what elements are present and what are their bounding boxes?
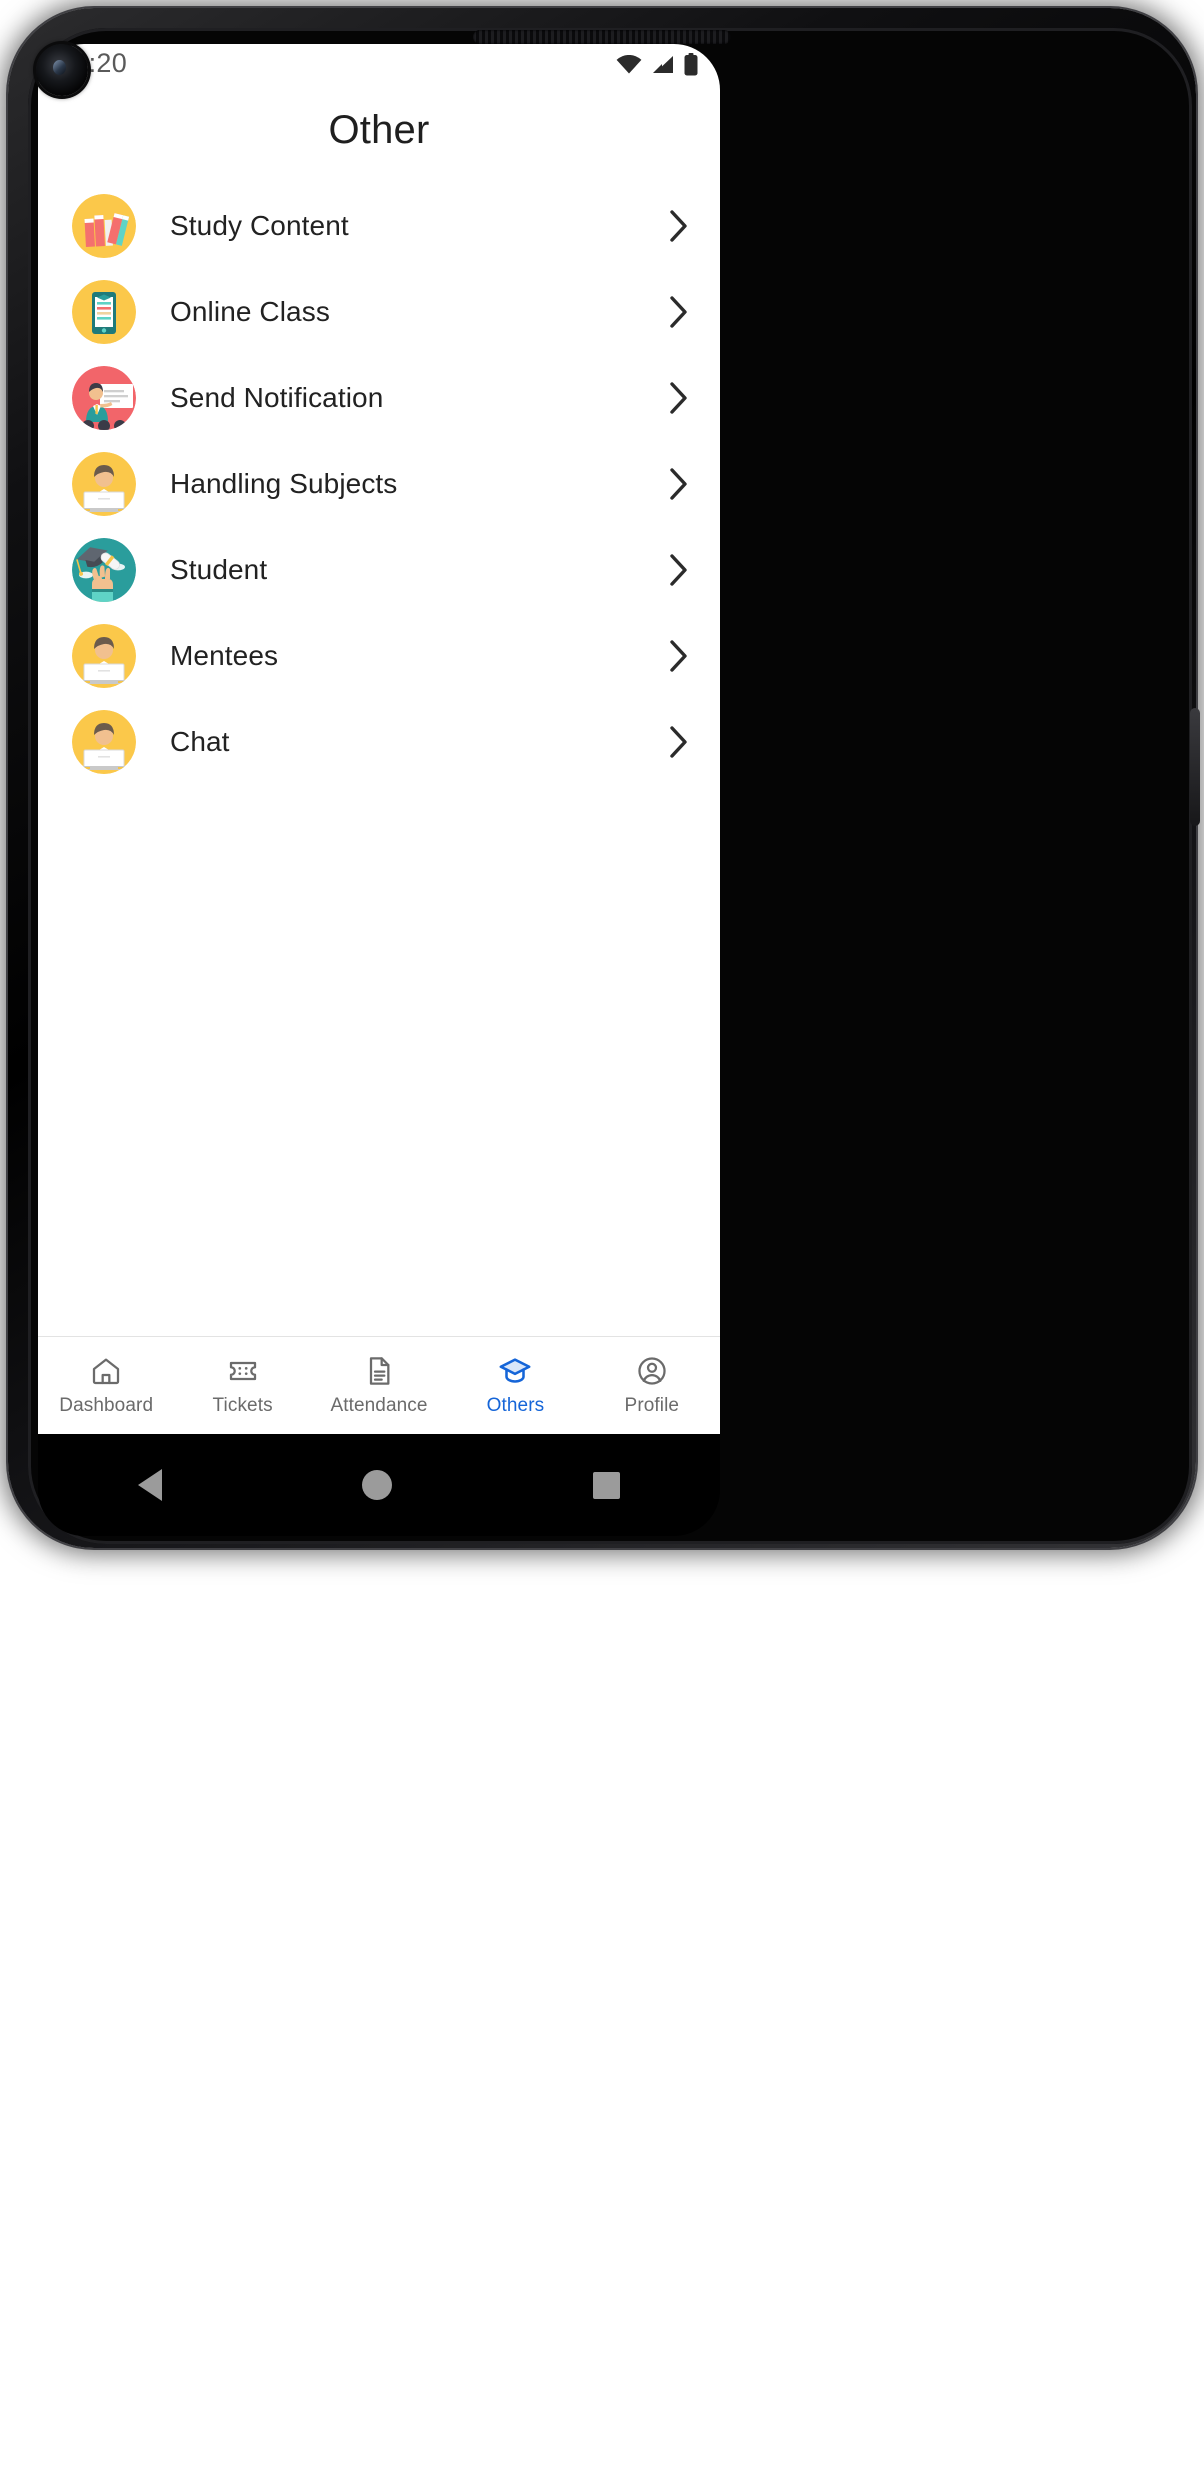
- chevron-right-icon[interactable]: [666, 636, 692, 676]
- document-icon: [363, 1354, 395, 1388]
- tab-label: Tickets: [212, 1395, 273, 1416]
- chevron-right-icon[interactable]: [666, 550, 692, 590]
- tab-label: Others: [486, 1395, 545, 1416]
- person-laptop-icon: [72, 624, 136, 688]
- graduation-icon: [72, 538, 136, 602]
- list-item[interactable]: Student: [38, 527, 720, 613]
- tab-profile[interactable]: Profile: [584, 1354, 720, 1417]
- list-item[interactable]: Mentees: [38, 613, 720, 699]
- person-laptop-icon: [72, 710, 136, 774]
- list-item-label: Chat: [170, 726, 230, 757]
- page-title: Other: [328, 108, 430, 152]
- back-triangle-icon[interactable]: [138, 1469, 163, 1501]
- bottom-tab-bar: Dashboard Tickets Attendance Others Prof…: [38, 1336, 720, 1434]
- phone-screen: 10:20 Other Study Content Online Class S…: [38, 44, 720, 1434]
- battery-icon: [684, 53, 698, 76]
- home-circle-icon[interactable]: [362, 1470, 393, 1500]
- status-icon-group: [616, 53, 698, 76]
- account-circle-icon: [636, 1354, 668, 1388]
- status-bar: 10:20: [38, 44, 720, 92]
- screenshot-root: 10:20 Other Study Content Online Class S…: [0, 0, 1204, 2491]
- list-item-label: Send Notification: [170, 382, 384, 413]
- graduation-cap-icon: [498, 1354, 532, 1388]
- android-system-navigation-bar: [38, 1434, 720, 1536]
- tab-others[interactable]: Others: [447, 1354, 583, 1417]
- earpiece-speaker: [473, 30, 731, 44]
- other-menu-list: Study Content Online Class Send Notifica…: [38, 183, 720, 785]
- wifi-icon: [616, 55, 642, 74]
- books-icon: [72, 194, 136, 258]
- tab-attendance[interactable]: Attendance: [311, 1354, 447, 1417]
- tab-label: Attendance: [330, 1395, 428, 1416]
- list-item-label: Study Content: [170, 210, 349, 241]
- home-icon: [90, 1354, 122, 1388]
- list-item-label: Student: [170, 554, 268, 585]
- front-camera-punch-hole: [36, 44, 88, 96]
- tab-tickets[interactable]: Tickets: [174, 1354, 310, 1417]
- chevron-right-icon[interactable]: [666, 378, 692, 418]
- mobile-learning-icon: [72, 280, 136, 344]
- list-item[interactable]: Send Notification: [38, 355, 720, 441]
- cellular-signal-icon: [651, 55, 675, 74]
- ticket-icon: [227, 1354, 259, 1388]
- power-button[interactable]: [1190, 708, 1200, 826]
- chevron-right-icon[interactable]: [666, 206, 692, 246]
- list-item-label: Online Class: [170, 296, 330, 327]
- recents-square-icon[interactable]: [592, 1471, 620, 1499]
- list-item-label: Handling Subjects: [170, 468, 398, 499]
- list-item[interactable]: Handling Subjects: [38, 441, 720, 527]
- tab-label: Dashboard: [59, 1395, 154, 1416]
- list-item[interactable]: Chat: [38, 699, 720, 785]
- list-item[interactable]: Online Class: [38, 269, 720, 355]
- person-laptop-icon: [72, 452, 136, 516]
- list-item[interactable]: Study Content: [38, 183, 720, 269]
- tab-dashboard[interactable]: Dashboard: [38, 1354, 174, 1417]
- chevron-right-icon[interactable]: [666, 722, 692, 762]
- tab-label: Profile: [624, 1395, 680, 1416]
- chevron-right-icon[interactable]: [666, 464, 692, 504]
- chevron-right-icon[interactable]: [666, 292, 692, 332]
- list-item-label: Mentees: [170, 640, 279, 671]
- presentation-icon: [72, 366, 136, 430]
